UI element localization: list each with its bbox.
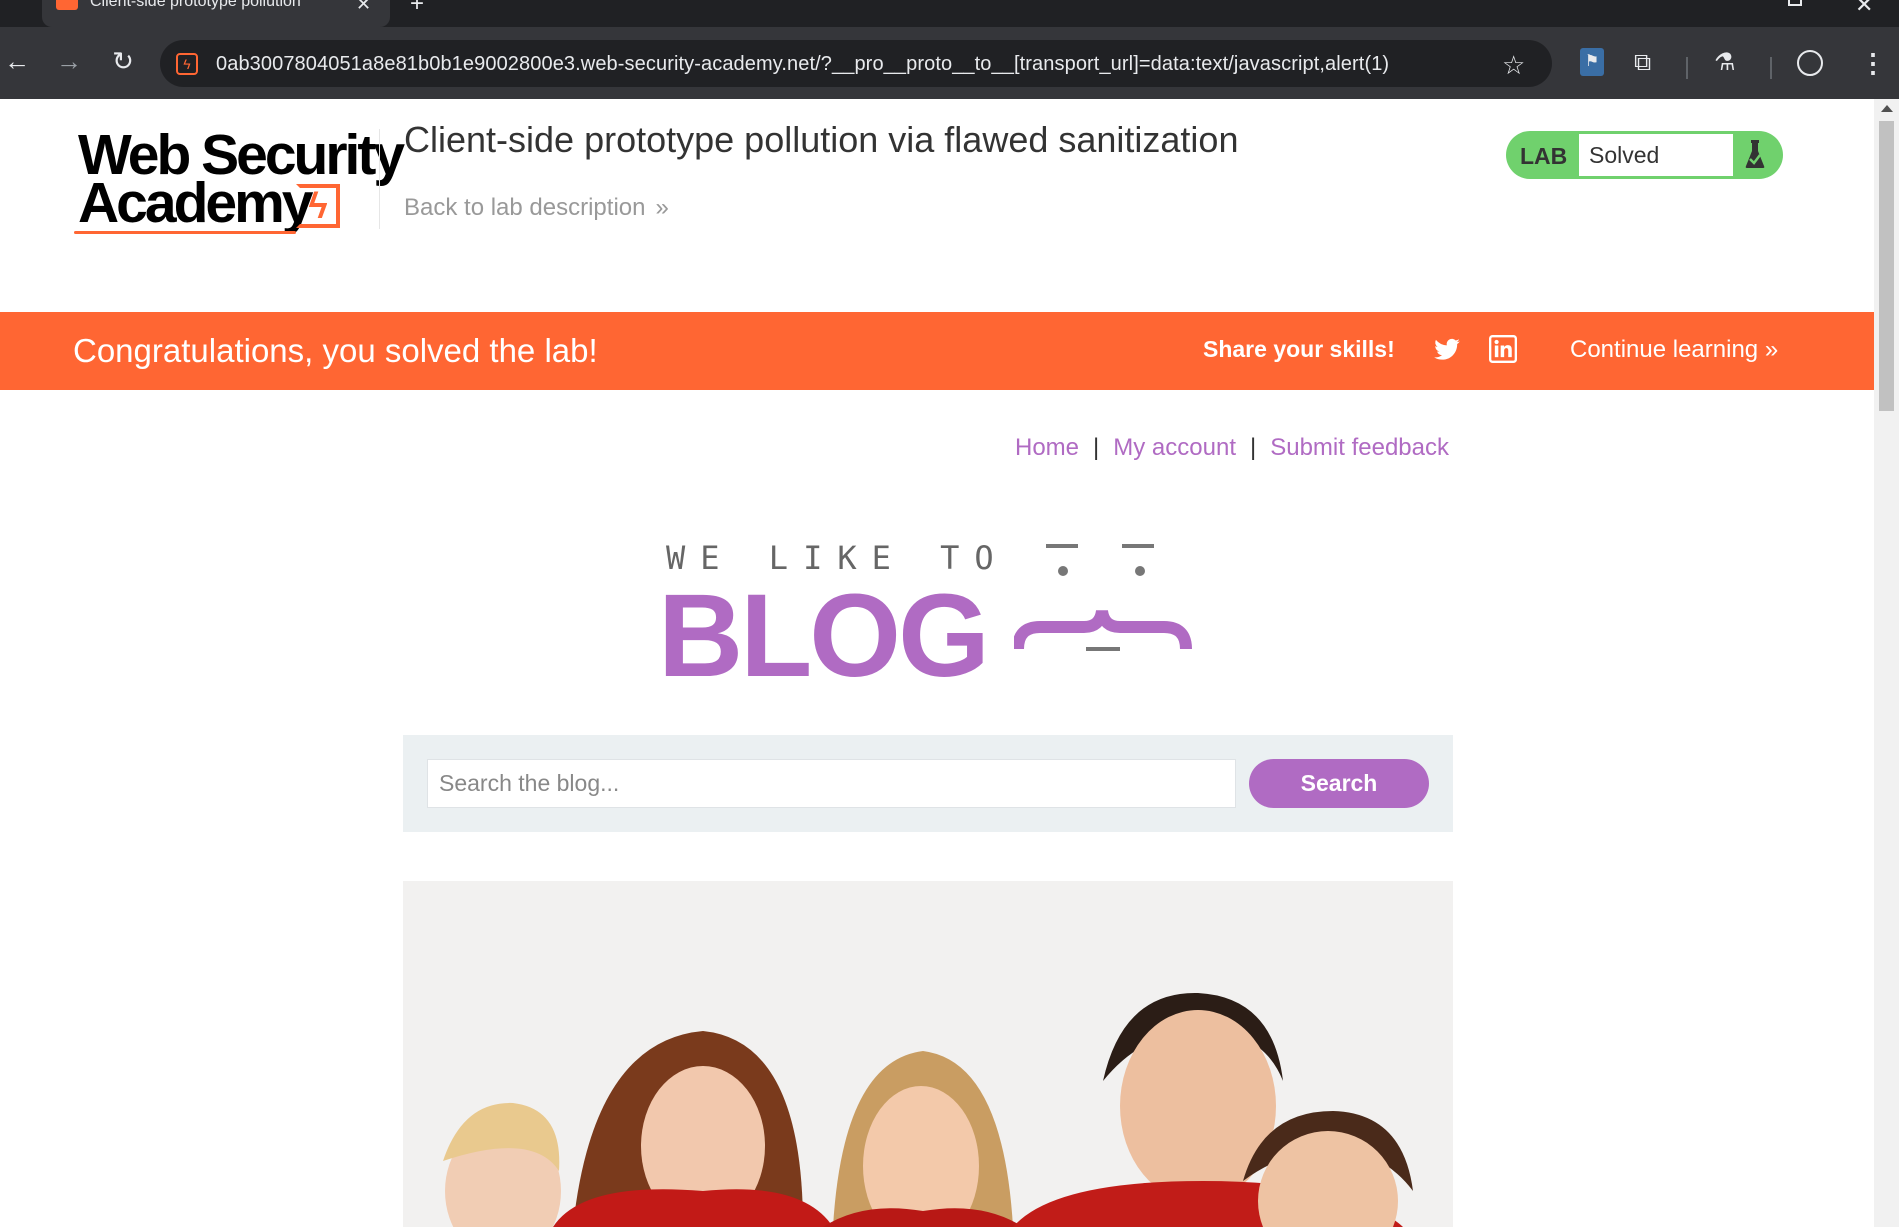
new-tab-icon[interactable]: + [410, 0, 424, 18]
back-to-lab-description-link[interactable]: Back to lab description » [404, 194, 669, 222]
logo-underline [74, 231, 296, 234]
arrow-left-icon[interactable]: ← [0, 44, 34, 78]
share-skills-label: Share your skills! [1203, 336, 1395, 362]
arrow-right-icon[interactable]: → [52, 44, 86, 78]
flask-icon[interactable]: ⚗ [1714, 48, 1736, 78]
address-bar[interactable]: ϟ 0ab3007804051a8e81b0b1e9002800e3.web-s… [160, 40, 1552, 87]
nav-home-link[interactable]: Home [1015, 434, 1079, 461]
solved-flask-icon [1745, 140, 1765, 168]
lab-status-widget: LAB Solved [1506, 131, 1783, 179]
tab-close-icon[interactable]: ✕ [356, 0, 371, 15]
url-text[interactable]: 0ab3007804051a8e81b0b1e9002800e3.web-sec… [216, 53, 1389, 76]
double-chevron-right-icon: » [655, 194, 669, 221]
kebab-menu-icon[interactable]: ⋮ [1860, 48, 1886, 78]
web-page: Web Security Academy ϟ Client-side proto… [0, 99, 1874, 1227]
lab-status-value: Solved [1589, 142, 1660, 168]
back-link-label: Back to lab description [404, 194, 646, 221]
site-info-icon[interactable]: ϟ [176, 53, 198, 75]
family-photo [403, 881, 1453, 1227]
blog-face-icon [1014, 544, 1192, 651]
nav-separator: | [1249, 434, 1257, 461]
browser-toolbar: ← → ↻ ϟ 0ab3007804051a8e81b0b1e9002800e3… [0, 27, 1899, 99]
continue-learning-link[interactable]: Continue learning » [1570, 336, 1778, 364]
scroll-up-arrow-icon[interactable] [1881, 105, 1893, 112]
reload-icon[interactable]: ↻ [106, 44, 140, 78]
puzzle-icon[interactable]: ⧉ [1634, 48, 1651, 78]
profile-icon[interactable] [1797, 50, 1823, 76]
portswigger-favicon-icon [56, 0, 78, 10]
continue-learning-label: Continue learning [1570, 336, 1759, 363]
congratulations-message: Congratulations, you solved the lab! [73, 332, 598, 369]
congratulations-banner: Congratulations, you solved the lab! Sha… [0, 312, 1874, 390]
browser-tab[interactable]: Client-side prototype pollution ✕ [42, 0, 390, 27]
search-panel: Search [403, 735, 1453, 832]
lab-status-label: LAB [1520, 143, 1568, 169]
nav-separator: | [1093, 434, 1100, 461]
window-restore-icon[interactable] [1788, 0, 1802, 6]
toolbar-divider [1686, 57, 1688, 79]
site-nav: Home | My account | Submit feedback [1015, 434, 1449, 462]
web-security-academy-logo[interactable]: Web Security Academy ϟ [74, 127, 405, 237]
linkedin-icon[interactable] [1489, 335, 1517, 363]
twitter-icon[interactable] [1432, 336, 1462, 364]
page-scrollbar[interactable] [1874, 99, 1899, 1227]
search-button[interactable]: Search [1249, 759, 1429, 808]
double-chevron-right-icon: » [1764, 336, 1779, 363]
blog-title: BLOG [658, 570, 990, 702]
logo-text-line2: Academy [78, 171, 313, 235]
scrollbar-thumb[interactable] [1879, 121, 1894, 411]
browser-tab-bar: Client-side prototype pollution ✕ + ✕ [0, 0, 1899, 27]
nav-my-account-link[interactable]: My account [1113, 434, 1236, 461]
blog-post-image[interactable] [403, 881, 1453, 1227]
logo-bolt-icon: ϟ [296, 184, 340, 228]
header-divider [379, 129, 380, 229]
window-close-icon[interactable]: ✕ [1855, 0, 1873, 18]
tab-title: Client-side prototype pollution [90, 0, 301, 10]
extension-badge-icon[interactable]: ⚑ [1580, 48, 1604, 76]
star-icon[interactable]: ☆ [1502, 50, 1525, 81]
lab-status-value-box: Solved [1579, 134, 1733, 176]
toolbar-divider [1770, 57, 1772, 79]
lab-title: Client-side prototype pollution via flaw… [404, 119, 1239, 160]
nav-submit-feedback-link[interactable]: Submit feedback [1270, 434, 1449, 461]
search-input[interactable] [427, 759, 1236, 808]
